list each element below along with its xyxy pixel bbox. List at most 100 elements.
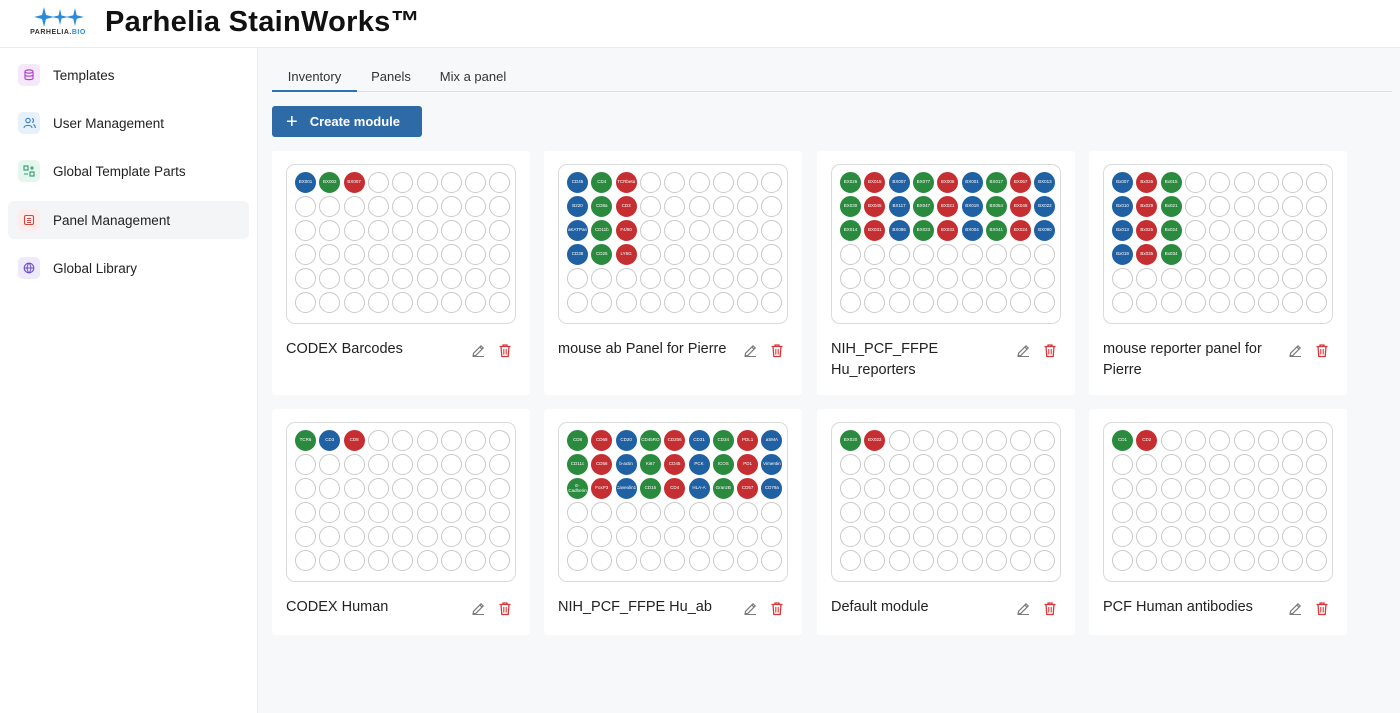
empty-well (1257, 268, 1279, 289)
empty-well (392, 454, 414, 475)
filled-well: Bx015 (1160, 172, 1182, 193)
empty-well (1136, 550, 1158, 571)
filled-well: Bx029 (1136, 196, 1158, 217)
edit-pencil-icon[interactable] (1014, 341, 1032, 359)
edit-pencil-icon[interactable] (1286, 599, 1304, 617)
module-card[interactable]: CD45 CD4 TCRbeta B220 CD8a CD3 aKATPan CD11b F4/… (544, 151, 802, 395)
sidebar-item-global-library[interactable]: Global Library (8, 249, 249, 287)
module-card[interactable]: BX026 BX015 BX007 BX077 BX006 BX001 BX017 BX067… (817, 151, 1075, 395)
empty-well (465, 502, 487, 523)
filled-well: CD4 (664, 478, 686, 499)
module-card[interactable]: BX001 BX002 BX007 CODEX Barcodes (272, 151, 530, 395)
filled-well: FoxP3 (591, 478, 613, 499)
delete-trash-icon[interactable] (496, 341, 514, 359)
filled-well: F4/80 (615, 220, 637, 241)
edit-pencil-icon[interactable] (741, 599, 759, 617)
empty-well (1306, 526, 1328, 547)
empty-well (591, 292, 613, 313)
empty-well (343, 502, 365, 523)
empty-well (888, 292, 910, 313)
empty-well (1282, 244, 1304, 265)
tab-bar: Inventory Panels Mix a panel (272, 62, 1392, 92)
delete-trash-icon[interactable] (1313, 599, 1331, 617)
empty-well (961, 526, 983, 547)
empty-well (1282, 502, 1304, 523)
delete-trash-icon[interactable] (496, 599, 514, 617)
empty-well (1209, 478, 1231, 499)
sidebar-item-global-template-parts[interactable]: Global Template Parts (8, 152, 249, 190)
sidebar-item-templates[interactable]: Templates (8, 56, 249, 94)
empty-well (864, 526, 886, 547)
empty-well (295, 454, 316, 475)
empty-well (319, 478, 341, 499)
empty-well (440, 244, 462, 265)
edit-pencil-icon[interactable] (469, 341, 487, 359)
module-card[interactable]: CD1 CD2 PCF Human antibodies (1089, 409, 1347, 635)
empty-well (1136, 454, 1158, 475)
empty-well (591, 526, 613, 547)
module-card[interactable]: TCR6 CD3 CD8 CODEX Human (272, 409, 530, 635)
empty-well (1010, 502, 1032, 523)
empty-well (912, 454, 934, 475)
tab-mix-a-panel[interactable]: Mix a panel (432, 62, 514, 92)
delete-trash-icon[interactable] (768, 341, 786, 359)
delete-trash-icon[interactable] (1041, 599, 1059, 617)
filled-well: Bx007 (1112, 172, 1133, 193)
tab-inventory[interactable]: Inventory (272, 62, 357, 92)
empty-well (1257, 292, 1279, 313)
delete-trash-icon[interactable] (1313, 341, 1331, 359)
filled-well: CD8a (591, 196, 613, 217)
empty-well (489, 550, 511, 571)
app-title: Parhelia StainWorks™ (105, 6, 420, 38)
delete-trash-icon[interactable] (1041, 341, 1059, 359)
empty-well (864, 292, 886, 313)
empty-well (664, 550, 686, 571)
module-card[interactable]: CD8 CD68 CD20 CD45RO CD206 CD31 CD34 PDL1 aSMA CD… (544, 409, 802, 635)
parhelia-logo[interactable]: PARHELIA.BIO (26, 6, 90, 44)
empty-well (440, 196, 462, 217)
empty-well (639, 268, 661, 289)
empty-well (985, 268, 1007, 289)
sidebar-item-panel-management[interactable]: Panel Management (8, 201, 249, 239)
delete-trash-icon[interactable] (768, 599, 786, 617)
edit-pencil-icon[interactable] (1014, 599, 1032, 617)
empty-well (688, 196, 710, 217)
panel-icon (18, 209, 40, 231)
empty-well (392, 244, 414, 265)
empty-well (1034, 550, 1056, 571)
empty-well (1010, 478, 1032, 499)
filled-well: BX014 (840, 220, 861, 241)
empty-well (1257, 220, 1279, 241)
create-module-button[interactable]: + Create module (272, 106, 422, 137)
empty-well (1184, 196, 1206, 217)
empty-well (688, 172, 710, 193)
empty-well (1010, 292, 1032, 313)
empty-well (1257, 244, 1279, 265)
empty-well (639, 220, 661, 241)
empty-well (416, 172, 438, 193)
edit-pencil-icon[interactable] (469, 599, 487, 617)
empty-well (761, 526, 783, 547)
edit-pencil-icon[interactable] (741, 341, 759, 359)
module-card[interactable]: BX020 BX022 Default module (817, 409, 1075, 635)
empty-well (367, 292, 389, 313)
empty-well (688, 502, 710, 523)
empty-well (864, 478, 886, 499)
empty-well (1209, 454, 1231, 475)
module-card[interactable]: Bx007 Bx026 Bx015 Bx010 Bx029 Bx021 Bx013 Bx025… (1089, 151, 1347, 395)
app-header: PARHELIA.BIO Parhelia StainWorks™ (0, 0, 1400, 48)
filled-well: BX020 (840, 430, 861, 451)
empty-well (761, 502, 783, 523)
empty-well (343, 268, 365, 289)
empty-well (319, 454, 341, 475)
filled-well: PCK (688, 454, 710, 475)
sidebar-item-user-management[interactable]: User Management (8, 104, 249, 142)
tab-panels[interactable]: Panels (364, 62, 418, 92)
empty-well (639, 526, 661, 547)
empty-well (489, 502, 511, 523)
empty-well (1184, 478, 1206, 499)
edit-pencil-icon[interactable] (1286, 341, 1304, 359)
empty-well (912, 526, 934, 547)
empty-well (1282, 454, 1304, 475)
filled-well: CD34 (712, 430, 734, 451)
